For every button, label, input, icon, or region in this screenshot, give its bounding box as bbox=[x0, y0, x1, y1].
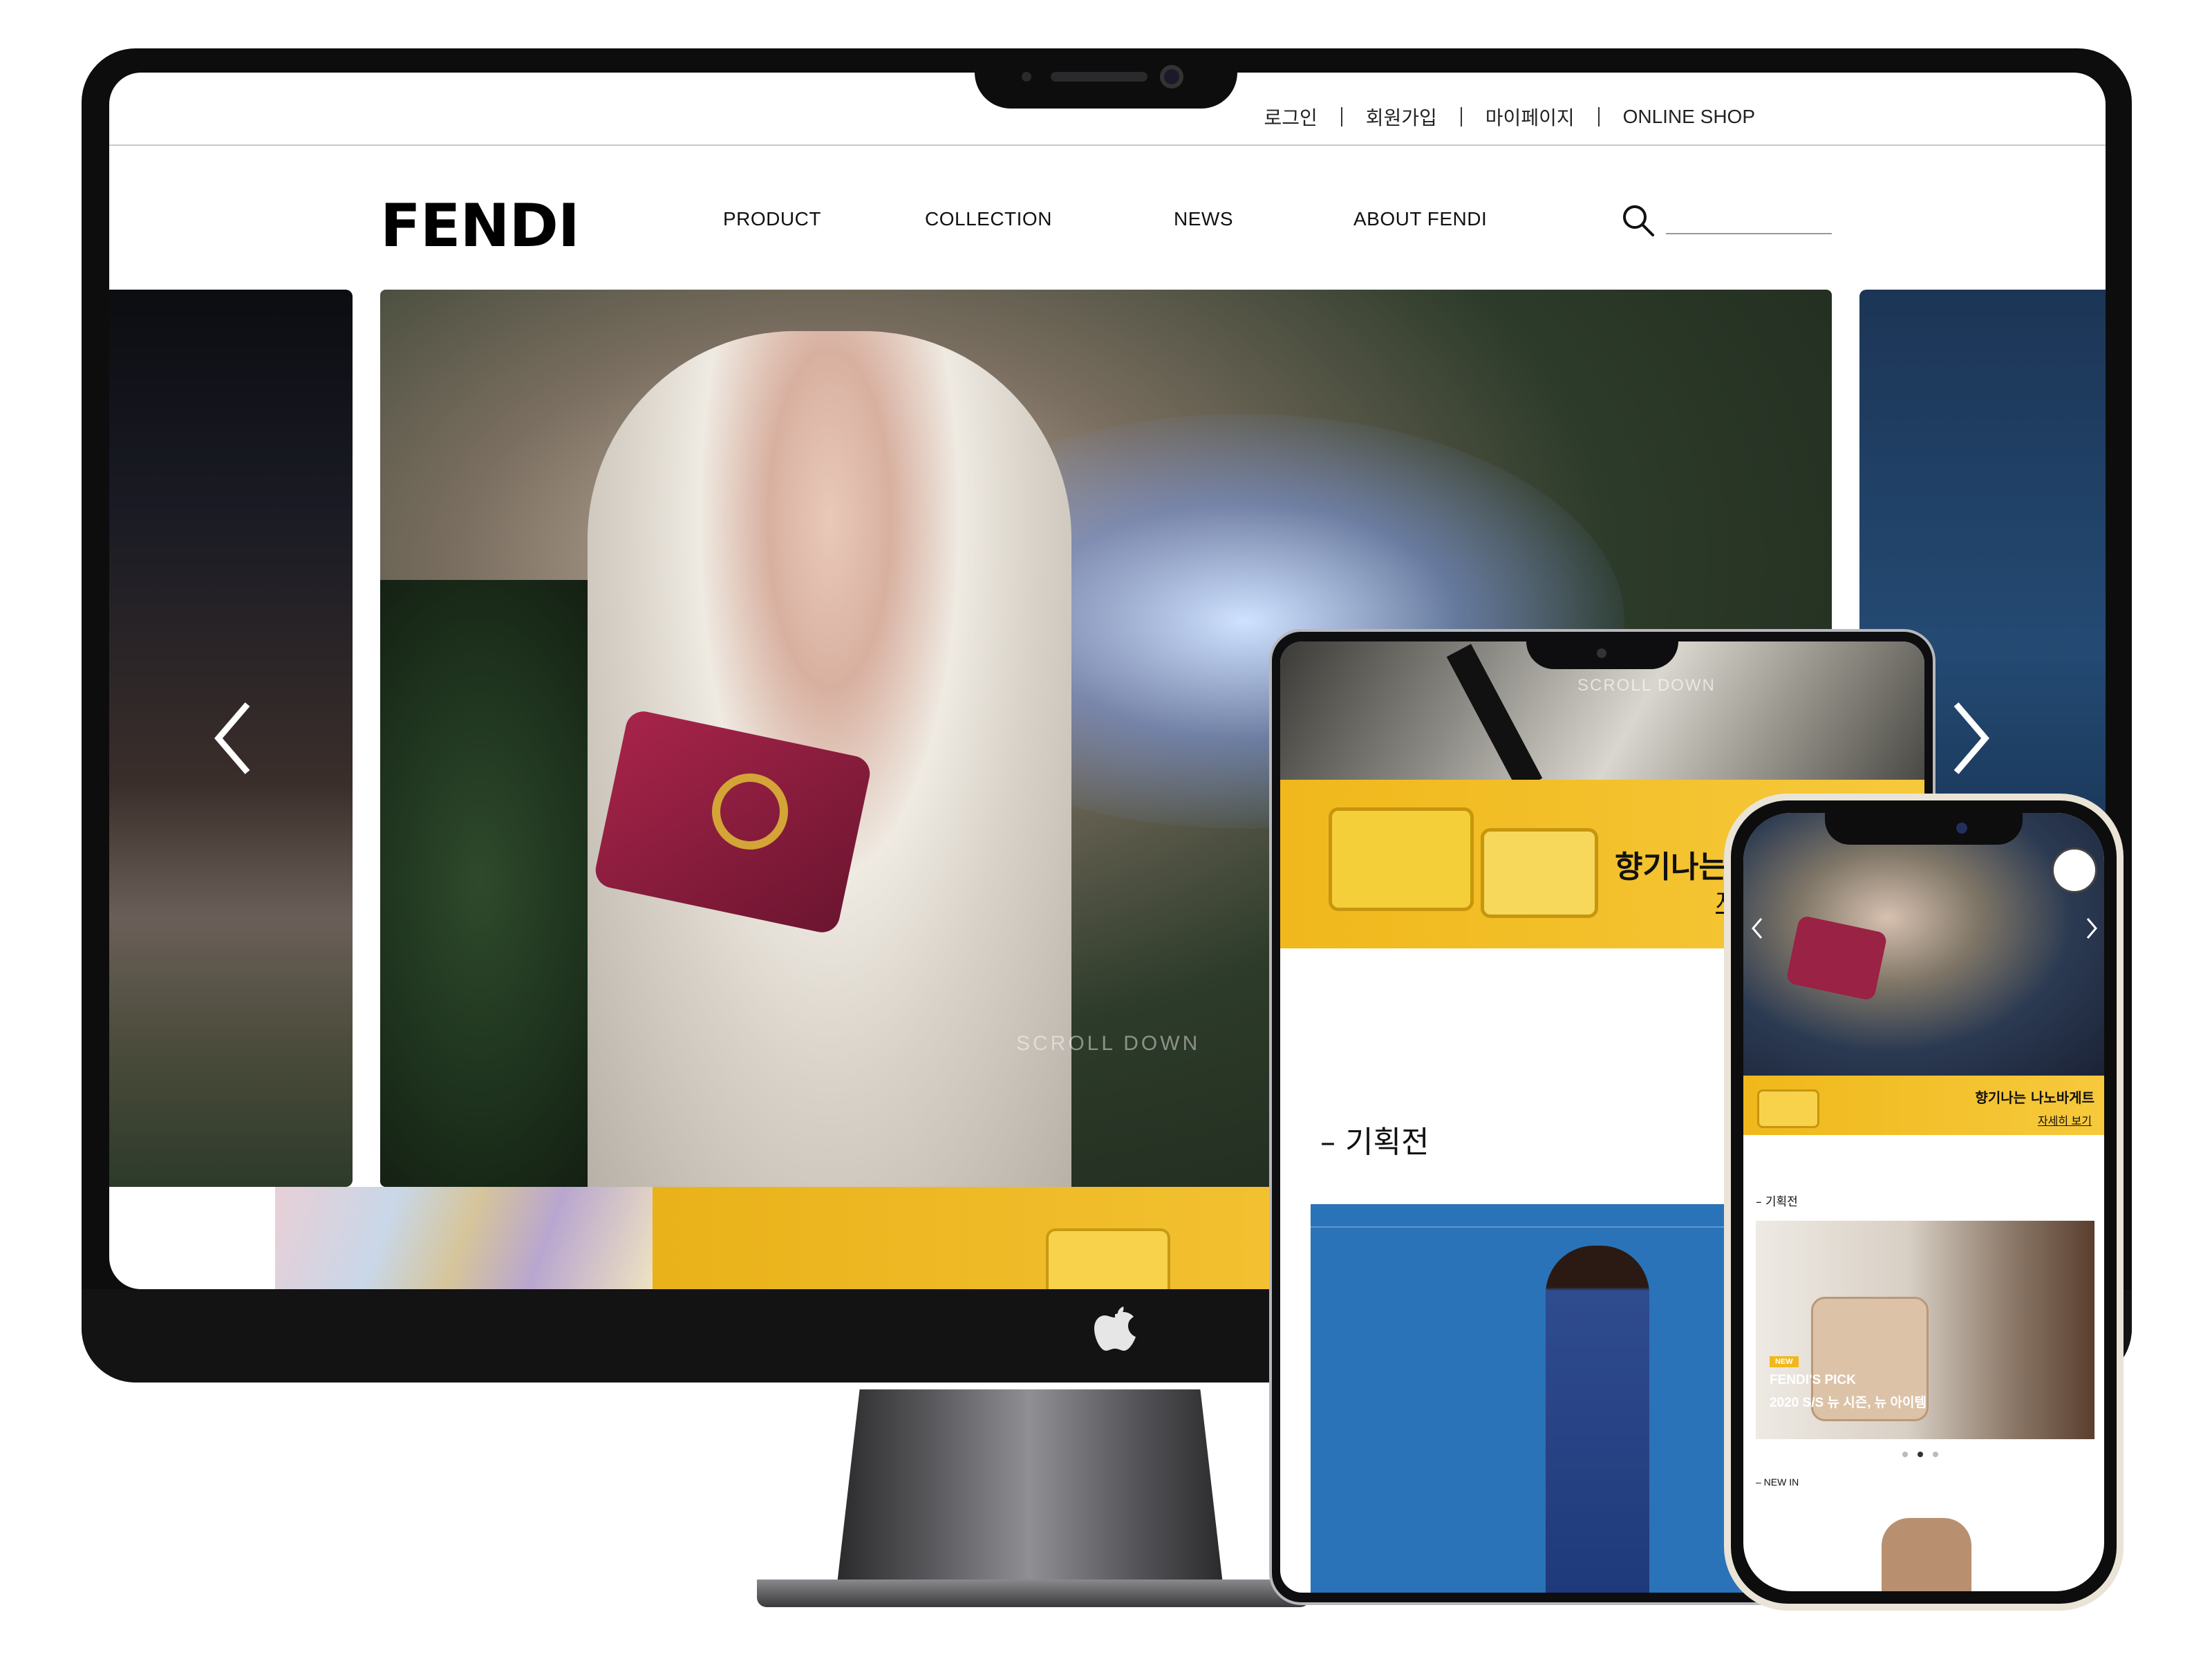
speaker-slit bbox=[1051, 72, 1147, 82]
bag-strap bbox=[1446, 644, 1543, 791]
camera-icon bbox=[1597, 648, 1606, 658]
hero-bag bbox=[1785, 915, 1888, 1002]
camera-icon bbox=[1160, 65, 1183, 88]
banner-more-link[interactable]: 자세히 보기 bbox=[2038, 1112, 2092, 1128]
apple-logo-icon bbox=[1094, 1306, 1136, 1351]
iphone-screen: 향기나는 나노바게트 자세히 보기 – 기획전 NEW FENDI'S PICK… bbox=[1743, 813, 2104, 1591]
app-badge-icon[interactable] bbox=[2052, 847, 2097, 893]
section-title: – 기획전 bbox=[1320, 1125, 1430, 1160]
sensor bbox=[1022, 72, 1031, 82]
banner-title: 향기나는 bbox=[1615, 850, 1727, 885]
imac-stand-base bbox=[757, 1580, 1310, 1607]
mypage-link[interactable]: 마이페이지 bbox=[1462, 103, 1598, 131]
nav-product[interactable]: PRODUCT bbox=[723, 208, 821, 230]
utility-links: 로그인 회원가입 마이페이지 ONLINE SHOP bbox=[1240, 103, 1779, 131]
chevron-right-icon[interactable] bbox=[2085, 917, 2099, 940]
baguette-bag-image bbox=[1481, 828, 1598, 918]
exhibition-card[interactable] bbox=[1311, 1204, 1753, 1593]
section-title: – 기획전 bbox=[1756, 1195, 1798, 1209]
baguette-bag-image bbox=[1757, 1089, 1819, 1128]
carousel-dots[interactable] bbox=[1902, 1452, 1938, 1457]
new-badge: NEW bbox=[1770, 1356, 1799, 1367]
card-title: FENDI'S PICK bbox=[1770, 1373, 1856, 1387]
banner-title: 향기나는 나노바게트 bbox=[1975, 1089, 2094, 1106]
online-shop-link[interactable]: ONLINE SHOP bbox=[1600, 106, 1779, 128]
fendi-logo[interactable]: FENDI bbox=[380, 191, 580, 261]
new-in-bag-image[interactable] bbox=[1882, 1518, 1971, 1591]
nav-about-fendi[interactable]: ABOUT FENDI bbox=[1353, 208, 1487, 230]
chevron-right-icon[interactable] bbox=[1949, 700, 1991, 776]
nav-news[interactable]: NEWS bbox=[1174, 208, 1233, 230]
carousel-dot-active[interactable] bbox=[1918, 1452, 1923, 1457]
imac-stand bbox=[836, 1389, 1224, 1590]
phone-promo-banner[interactable]: 향기나는 나노바게트 자세히 보기 bbox=[1743, 1076, 2104, 1135]
login-link[interactable]: 로그인 bbox=[1240, 103, 1340, 131]
search-icon[interactable] bbox=[1620, 203, 1656, 238]
camera-icon bbox=[1956, 823, 1967, 834]
scroll-down-caption: SCROLL DOWN bbox=[1016, 1032, 1201, 1055]
carousel-dot[interactable] bbox=[1933, 1452, 1938, 1457]
baguette-bag-image bbox=[1329, 807, 1474, 911]
scroll-down-caption: SCROLL DOWN bbox=[1577, 676, 1716, 695]
promo-banner-tile[interactable] bbox=[653, 1187, 1344, 1289]
signup-link[interactable]: 회원가입 bbox=[1342, 103, 1461, 131]
baguette-bag-image bbox=[1046, 1228, 1170, 1289]
nav-collection[interactable]: COLLECTION bbox=[925, 208, 1052, 230]
chevron-left-icon[interactable] bbox=[213, 700, 254, 776]
divider bbox=[1311, 1226, 1753, 1228]
collection-art-tile[interactable] bbox=[275, 1187, 653, 1289]
pick-card[interactable]: NEW FENDI'S PICK 2020 S/S 뉴 시즌, 뉴 아이템 bbox=[1756, 1221, 2094, 1439]
card-subtitle: 2020 S/S 뉴 시즌, 뉴 아이템 bbox=[1770, 1396, 1927, 1410]
iphone-notch bbox=[1825, 813, 2023, 845]
chevron-left-icon[interactable] bbox=[1750, 917, 1764, 940]
model-image bbox=[1546, 1246, 1649, 1593]
search-input[interactable] bbox=[1666, 233, 1832, 234]
carousel-dot[interactable] bbox=[1902, 1452, 1908, 1457]
section-new-in: – NEW IN bbox=[1756, 1477, 1799, 1488]
phone-hero-slide bbox=[1743, 813, 2104, 1076]
